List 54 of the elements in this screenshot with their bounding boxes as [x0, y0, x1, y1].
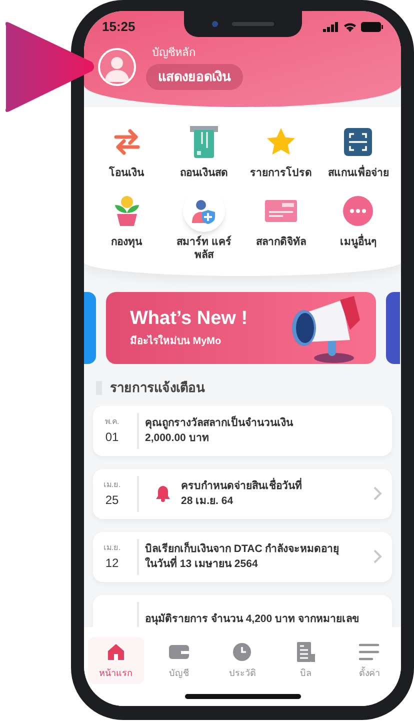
notifications-title: รายการแจ้งเตือน — [110, 379, 205, 397]
notification-text: 2,000.00 บาท — [145, 430, 210, 446]
date-month: เม.ย. — [103, 478, 121, 490]
show-balance-button[interactable]: แสดงยอดเงิน — [146, 64, 243, 90]
notification-text: ครบกำหนดจ่ายสินเชื่อวันที่ — [181, 478, 303, 494]
notification-text: บิลเรียกเก็บเงินจาก DTAC กำลังจะหมดอายุ — [145, 542, 340, 556]
avatar-icon[interactable] — [98, 48, 136, 86]
date-day: 25 — [105, 490, 119, 508]
notification-card[interactable]: เม.ย. 25 ครบกำหนดจ่ายสินเชื่อวันที่ 28 เม.ย. 64 — [93, 468, 392, 518]
notification-text: ในวันที่ 13 เมษายน 2564 — [145, 556, 259, 572]
menu-item[interactable]: รายการโปรด — [244, 167, 318, 180]
tab[interactable]: หน้าแรก — [88, 636, 144, 684]
atm-card-icon — [188, 125, 219, 159]
ticket-icon — [264, 198, 298, 224]
notification-card[interactable]: อนุมัติรายการ จำนวน 4,200 บาท จากหมายเลข — [93, 594, 392, 626]
menu-icon — [359, 642, 380, 660]
notification-text: อนุมัติรายการ จำนวน 4,200 บาท จากหมายเลข — [145, 612, 360, 626]
notification-text: คุณถูกรางวัลสลากเป็นจำนวนเงิน — [145, 416, 294, 430]
home-icon — [106, 642, 126, 662]
camera-icon — [212, 21, 218, 27]
bell-icon — [155, 485, 171, 502]
menu-item[interactable]: โอนเงิน — [90, 167, 164, 180]
date-month: เม.ย. — [103, 542, 121, 554]
signal-icon — [323, 22, 339, 32]
chevron-right-icon — [373, 486, 382, 501]
chevron-right-icon — [373, 549, 382, 564]
menu-item[interactable]: เมนูอื่นๆ — [321, 236, 396, 249]
document-icon — [296, 640, 316, 662]
arrows-icon — [112, 127, 142, 157]
side-banner[interactable] — [84, 292, 96, 364]
notification-card[interactable]: เม.ย. 12 บิลเรียกเก็บเงินจาก DTAC กำลังจะหมดอายุ ในวันที่ 13 เมษายน 2564 — [93, 532, 392, 582]
clock-icon — [232, 642, 252, 662]
menu-item[interactable]: สมาร์ท แคร์ พลัส — [166, 236, 241, 262]
account-label: บัญชีหลัก — [151, 46, 196, 60]
status-time: 15:25 — [102, 18, 136, 36]
person-shield-icon — [182, 190, 225, 232]
wifi-icon — [343, 22, 357, 32]
date-day: 01 — [105, 428, 119, 446]
scan-icon — [343, 127, 374, 157]
notification-card[interactable]: พ.ค. 01 คุณถูกรางวัลสลากเป็นจำนวนเงิน 2,000.00 บาท — [93, 406, 392, 456]
date-day: 12 — [105, 554, 119, 572]
banner-title: What’s New ! — [130, 308, 248, 330]
battery-icon — [361, 22, 383, 32]
whats-new-banner[interactable]: What’s New ! มีอะไรใหม่บน MyMo — [106, 292, 376, 364]
banner-subtitle: มีอะไรใหม่บน MyMo — [130, 334, 222, 348]
date-month: พ.ค. — [104, 416, 120, 428]
menu-item[interactable]: สแกนเพื่อจ่าย — [321, 167, 396, 180]
wallet-icon — [168, 642, 190, 660]
menu-item[interactable]: ถอนเงินสด — [166, 167, 241, 180]
notification-text: 28 เม.ย. 64 — [181, 494, 234, 508]
menu-item[interactable]: สลากดิจิทัล — [244, 236, 318, 249]
menu-item[interactable]: กองทุน — [90, 236, 164, 249]
more-icon — [342, 195, 374, 227]
side-banner[interactable] — [386, 292, 400, 364]
